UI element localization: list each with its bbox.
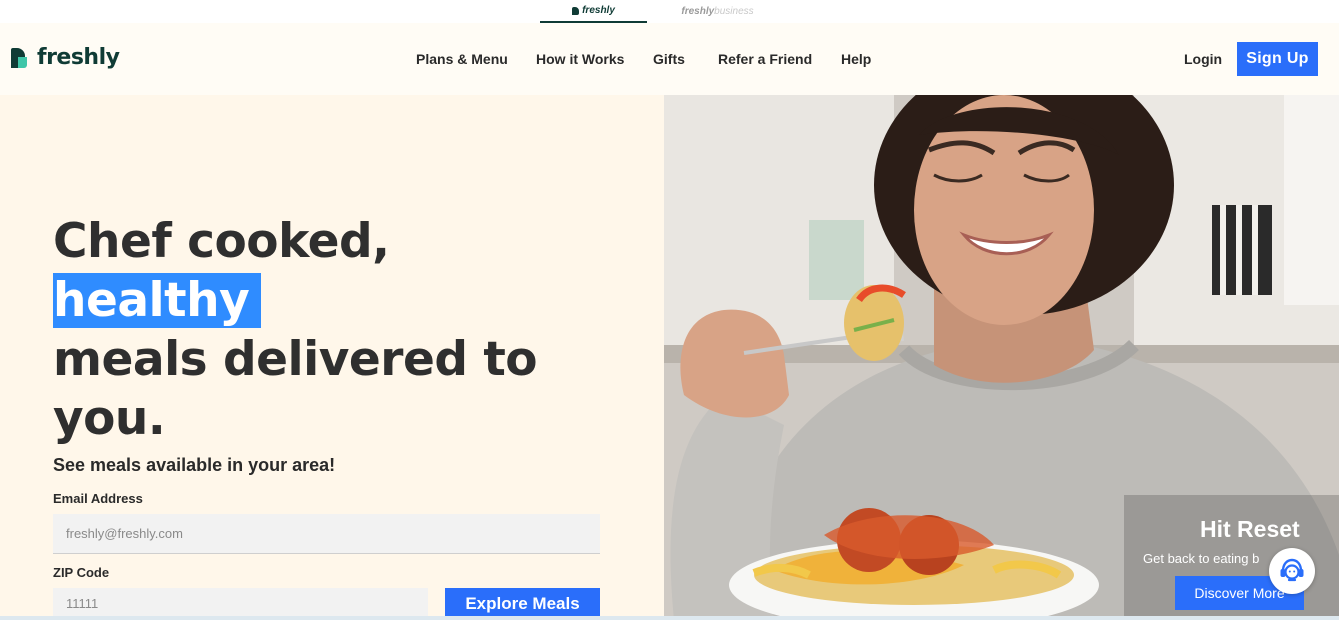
promo-subtitle: Get back to eating b	[1143, 551, 1260, 566]
brand-tab-label: freshly	[582, 5, 615, 16]
headline-line-3: you.	[53, 391, 166, 446]
headline-line-2: meals delivered to	[53, 332, 538, 387]
support-headset-icon	[1280, 558, 1304, 582]
hero-form-panel: Chef cooked, healthy meals delivered to …	[0, 95, 664, 620]
nav-gifts[interactable]: Gifts	[653, 51, 685, 67]
nav-help[interactable]: Help	[841, 51, 871, 67]
email-placeholder: freshly@freshly.com	[66, 526, 183, 541]
freshly-logo-icon	[11, 47, 31, 68]
headline-highlight: healthy	[53, 273, 262, 328]
sign-up-button[interactable]: Sign Up	[1237, 42, 1318, 76]
zip-label: ZIP Code	[53, 565, 110, 580]
nav-refer-a-friend[interactable]: Refer a Friend	[718, 51, 812, 67]
brand-tab-suffix: business	[714, 6, 754, 17]
login-link[interactable]: Login	[1184, 51, 1222, 67]
freshly-logo[interactable]: freshly	[11, 45, 120, 70]
form-subhead: See meals available in your area!	[53, 455, 336, 475]
zip-placeholder: 11111	[66, 596, 99, 611]
email-field[interactable]: freshly@freshly.com	[53, 514, 600, 554]
brand-tab-freshly-business[interactable]: freshly business	[660, 0, 775, 23]
logo-text: freshly	[37, 45, 120, 70]
brand-tab-freshly[interactable]: freshly	[540, 0, 647, 23]
email-label: Email Address	[53, 491, 143, 506]
hero-headline: Chef cooked, healthy meals delivered to …	[53, 212, 613, 448]
headline-pre: Chef cooked,	[53, 214, 390, 269]
page: freshly freshly business freshly Plans & …	[0, 0, 1339, 620]
brand-switcher: freshly freshly business	[0, 0, 1339, 23]
bottom-scroll-strip	[0, 616, 1339, 620]
brand-tab-label: freshly	[681, 6, 715, 17]
promo-title: Hit Reset	[1200, 516, 1300, 542]
hero-image-panel: Hit Reset Get back to eating b Discover …	[664, 95, 1339, 620]
freshly-mini-logo-icon	[572, 6, 580, 15]
nav-plans-menu[interactable]: Plans & Menu	[416, 51, 508, 67]
support-chat-button[interactable]	[1269, 548, 1315, 594]
site-header: freshly Plans & Menu How it Works Gifts …	[0, 23, 1339, 95]
nav-how-it-works[interactable]: How it Works	[536, 51, 624, 67]
